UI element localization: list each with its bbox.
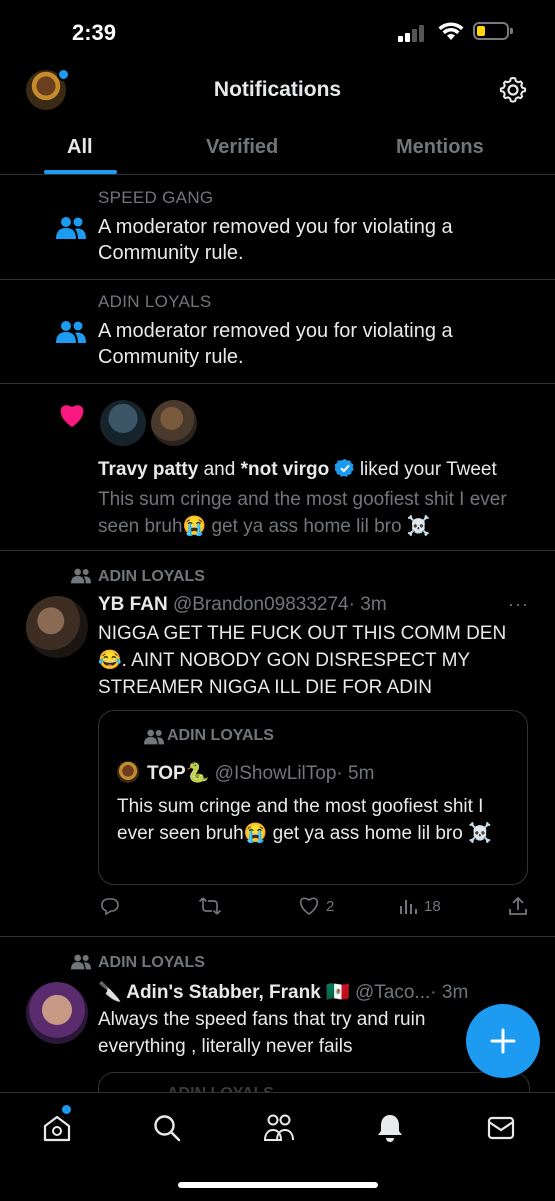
quoted-text: This sum cringe and the most goofiest sh… xyxy=(117,796,492,844)
divider xyxy=(0,936,555,937)
liked-tweet-text: This sum cringe and the most goofiest sh… xyxy=(98,489,507,537)
wifi-icon xyxy=(438,22,464,40)
notification-tabs: All Verified Mentions xyxy=(0,120,555,175)
like-button[interactable]: 2 xyxy=(298,896,334,916)
like-summary: Travy patty and *not virgo liked your Tw… xyxy=(98,458,538,481)
post-time: · 3m xyxy=(348,594,387,615)
community-name: ADIN LOYALS xyxy=(167,727,274,744)
compose-plus-icon xyxy=(490,1028,516,1054)
liker-avatar[interactable] xyxy=(151,400,197,446)
messages-icon[interactable] xyxy=(486,1113,516,1143)
author-avatar[interactable] xyxy=(26,596,88,658)
search-icon[interactable] xyxy=(152,1113,182,1143)
home-unread-dot-icon xyxy=(60,1103,73,1116)
author-name[interactable]: 🔪 Adin's Stabber, Frank 🇲🇽 xyxy=(98,982,350,1003)
post-time: · 3m xyxy=(430,982,469,1003)
liker-name[interactable]: Travy patty xyxy=(98,459,198,480)
author-handle[interactable]: @Taco... xyxy=(355,982,430,1003)
author-handle[interactable]: @Brandon09833274 xyxy=(173,594,349,615)
tab-all[interactable]: All xyxy=(67,136,93,159)
settings-gear-icon[interactable] xyxy=(498,75,528,105)
divider xyxy=(0,383,555,384)
post-text: Always the speed fans that try and ruin … xyxy=(98,1009,426,1057)
more-icon[interactable]: ··· xyxy=(508,594,529,615)
quoted-tweet-card[interactable]: ADIN LOYALS TOP🐍 @IShowLilTop· 5m This s… xyxy=(98,710,528,885)
post-header: YB FAN @Brandon09833274· 3m xyxy=(98,594,387,616)
author-avatar[interactable] xyxy=(26,982,88,1044)
share-button[interactable] xyxy=(508,896,528,916)
views-button[interactable]: 18 xyxy=(398,896,441,916)
notification-text: A moderator removed you for violating a … xyxy=(98,216,453,264)
heart-icon xyxy=(60,405,84,427)
post-header: 🔪 Adin's Stabber, Frank 🇲🇽 @Taco...· 3m xyxy=(98,980,468,1004)
liker-avatar[interactable] xyxy=(100,400,146,446)
quoted-author-name: TOP🐍 xyxy=(147,763,210,784)
home-indicator xyxy=(178,1182,378,1188)
battery-icon xyxy=(473,22,513,40)
status-time: 2:39 xyxy=(72,20,117,45)
people-icon xyxy=(71,568,91,584)
people-icon xyxy=(56,321,86,343)
like-joiner-text: and xyxy=(198,459,241,480)
post-actions: 2 18 xyxy=(98,896,528,920)
views-count: 18 xyxy=(424,897,441,915)
like-icon xyxy=(299,897,319,915)
liker-name[interactable]: *not virgo xyxy=(241,459,330,480)
notifications-bell-icon[interactable] xyxy=(376,1113,404,1143)
divider xyxy=(0,279,555,280)
people-icon xyxy=(56,217,86,239)
post-text: NIGGA GET THE FUCK OUT THIS COMM DEN 😂. … xyxy=(98,623,507,698)
author-name[interactable]: YB FAN xyxy=(98,594,168,615)
retweet-icon xyxy=(198,897,222,915)
people-icon xyxy=(144,729,164,745)
people-icon xyxy=(71,954,91,970)
notification-text: A moderator removed you for violating a … xyxy=(98,320,453,368)
community-name[interactable]: ADIN LOYALS xyxy=(98,568,205,586)
tab-verified[interactable]: Verified xyxy=(206,136,278,159)
quoted-author-avatar xyxy=(117,761,139,783)
communities-icon[interactable] xyxy=(263,1113,295,1143)
community-name: ADIN LOYALS xyxy=(98,292,212,311)
top-bar: Notifications xyxy=(0,62,555,118)
views-icon xyxy=(400,900,417,914)
reply-button[interactable] xyxy=(100,896,126,916)
compose-button[interactable] xyxy=(466,1004,540,1078)
share-icon xyxy=(509,896,527,915)
community-name[interactable]: ADIN LOYALS xyxy=(98,954,205,972)
community-name: SPEED GANG xyxy=(98,188,214,207)
divider xyxy=(0,550,555,551)
page-title: Notifications xyxy=(213,78,342,101)
verified-badge-icon xyxy=(334,459,354,477)
cellular-signal-icon xyxy=(398,24,432,42)
like-count: 2 xyxy=(326,897,335,915)
reply-icon xyxy=(101,898,119,916)
home-icon[interactable] xyxy=(42,1113,72,1143)
quoted-time: · 5m xyxy=(336,763,375,784)
quoted-header: TOP🐍 @IShowLilTop· 5m xyxy=(147,761,374,785)
like-action-text: liked your Tweet xyxy=(359,459,497,480)
active-tab-indicator xyxy=(44,170,117,174)
status-bar: 2:39 xyxy=(0,0,555,66)
quoted-author-handle: @IShowLilTop xyxy=(214,763,337,784)
tab-mentions[interactable]: Mentions xyxy=(396,136,484,159)
retweet-button[interactable] xyxy=(198,896,228,916)
